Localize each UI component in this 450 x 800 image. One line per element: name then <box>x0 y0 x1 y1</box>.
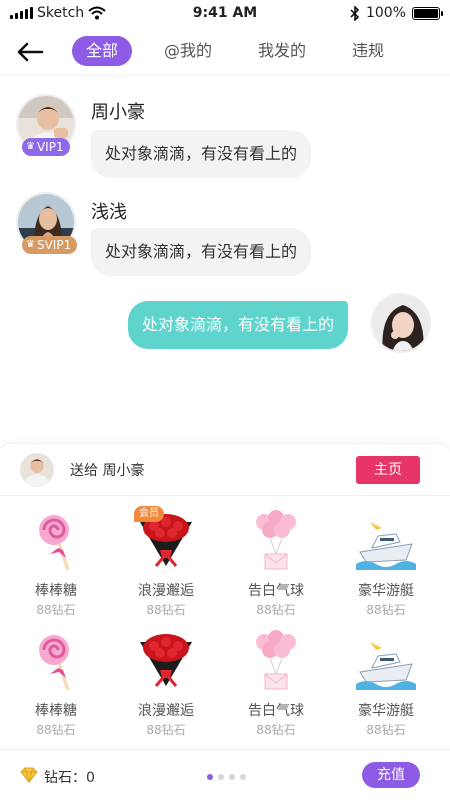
gift-price: 88钻石 <box>366 723 406 737</box>
tab-all[interactable]: 全部 <box>72 36 133 66</box>
gift-bottom-bar: 钻石：0 充值 <box>0 749 450 800</box>
recharge-button[interactable]: 充值 <box>362 762 420 788</box>
back-arrow-icon[interactable] <box>16 40 44 64</box>
send-to-label: 送给 周小豪 <box>70 463 145 479</box>
message-avatar-1[interactable]: ♛ VIP1 <box>16 94 78 156</box>
recipient-avatar[interactable] <box>20 453 54 487</box>
gift-item[interactable]: 棒棒糖 88钻石 <box>6 500 106 620</box>
gift-price: 88钻石 <box>36 723 76 737</box>
battery-icon <box>412 6 443 20</box>
gift-price: 88钻石 <box>146 723 186 737</box>
top-nav: 全部 @我的 我发的 违规 <box>0 28 450 76</box>
avatar <box>371 293 431 353</box>
message-bubble-outgoing[interactable]: 处对象滴滴，有没有看上的 <box>128 301 349 349</box>
message-bubble-1[interactable]: 处对象滴滴，有没有看上的 <box>91 130 312 178</box>
gift-name: 豪华游艇 <box>358 583 414 599</box>
page-dot[interactable] <box>207 774 213 780</box>
balloon-icon <box>256 510 296 570</box>
gift-item[interactable]: 豪华游艇 88钻石 <box>336 620 436 740</box>
vip-badge: ♛ VIP1 <box>22 138 70 156</box>
gift-price: 88钻石 <box>36 603 76 617</box>
bluetooth-icon <box>350 5 360 21</box>
gift-name: 告白气球 <box>248 703 304 719</box>
gift-item[interactable]: 会员 浪漫邂逅 88钻石 <box>116 500 216 620</box>
svip-label: SVIP1 <box>36 238 72 252</box>
gift-grid: 棒棒糖 88钻石 会员 浪漫邂逅 88钻石 告白气球 88钻石 豪华游艇 88钻… <box>0 500 450 740</box>
tab-mentions[interactable]: @我的 <box>150 36 226 66</box>
tab-sent[interactable]: 我发的 <box>244 36 320 66</box>
status-right: 100% <box>350 5 443 21</box>
balloon-icon <box>256 630 296 690</box>
page-dot[interactable] <box>229 774 235 780</box>
yacht-icon <box>356 642 416 690</box>
tab-bar: 全部 @我的 我发的 违规 <box>72 36 416 66</box>
sender-nickname-1: 周小豪 <box>91 102 145 123</box>
page-dot[interactable] <box>218 774 224 780</box>
sender-nickname-2: 浅浅 <box>91 202 127 223</box>
gift-chat-screen: Sketch 9:41 AM 100% 全部 @我的 我发的 违规 ♛ VIP1… <box>0 0 450 800</box>
gift-name: 浪漫邂逅 <box>138 703 194 719</box>
status-bar: Sketch 9:41 AM 100% <box>0 0 450 28</box>
member-tag: 会员 <box>134 506 164 522</box>
gift-item[interactable]: 浪漫邂逅 88钻石 <box>116 620 216 740</box>
battery-percent: 100% <box>365 5 406 21</box>
lollipop-icon <box>39 515 70 571</box>
my-avatar[interactable] <box>371 293 433 355</box>
gift-item[interactable]: 告白气球 88钻石 <box>226 620 326 740</box>
profile-home-button[interactable]: 主页 <box>356 456 420 484</box>
yacht-icon <box>356 522 416 570</box>
gift-price: 88钻石 <box>256 723 296 737</box>
page-indicator <box>207 774 246 780</box>
battery-fill <box>414 8 438 18</box>
gift-price: 88钻石 <box>146 603 186 617</box>
gift-name: 浪漫邂逅 <box>138 583 194 599</box>
lollipop-icon <box>39 635 70 691</box>
vip-label: VIP1 <box>36 140 64 154</box>
gift-item[interactable]: 棒棒糖 88钻石 <box>6 620 106 740</box>
diamond-balance: 钻石：0 <box>44 770 95 786</box>
gift-name: 棒棒糖 <box>35 583 77 599</box>
diamond-icon <box>20 767 38 783</box>
crown-icon: ♛ <box>26 141 35 152</box>
rose-bouquet-icon <box>140 634 192 687</box>
tab-violations[interactable]: 违规 <box>338 36 398 66</box>
gift-price: 88钻石 <box>366 603 406 617</box>
gift-name: 告白气球 <box>248 583 304 599</box>
chat-area: ♛ VIP1 周小豪 处对象滴滴，有没有看上的 ♛ SVIP1 浅浅 处对象滴滴，有… <box>0 80 450 440</box>
send-to-row: 送给 周小豪 主页 <box>0 444 450 496</box>
gift-name: 棒棒糖 <box>35 703 77 719</box>
message-bubble-2[interactable]: 处对象滴滴，有没有看上的 <box>91 228 312 276</box>
crown-icon: ♛ <box>26 239 35 250</box>
gift-name: 豪华游艇 <box>358 703 414 719</box>
gift-panel: 送给 周小豪 主页 棒棒糖 88钻石 会员 浪漫邂逅 88钻石 告白气球 88钻… <box>0 443 450 800</box>
gift-item[interactable]: 豪华游艇 88钻石 <box>336 500 436 620</box>
page-dot[interactable] <box>240 774 246 780</box>
svip-badge: ♛ SVIP1 <box>22 236 78 254</box>
gift-item[interactable]: 告白气球 88钻石 <box>226 500 326 620</box>
message-avatar-2[interactable]: ♛ SVIP1 <box>16 192 78 254</box>
gift-price: 88钻石 <box>256 603 296 617</box>
